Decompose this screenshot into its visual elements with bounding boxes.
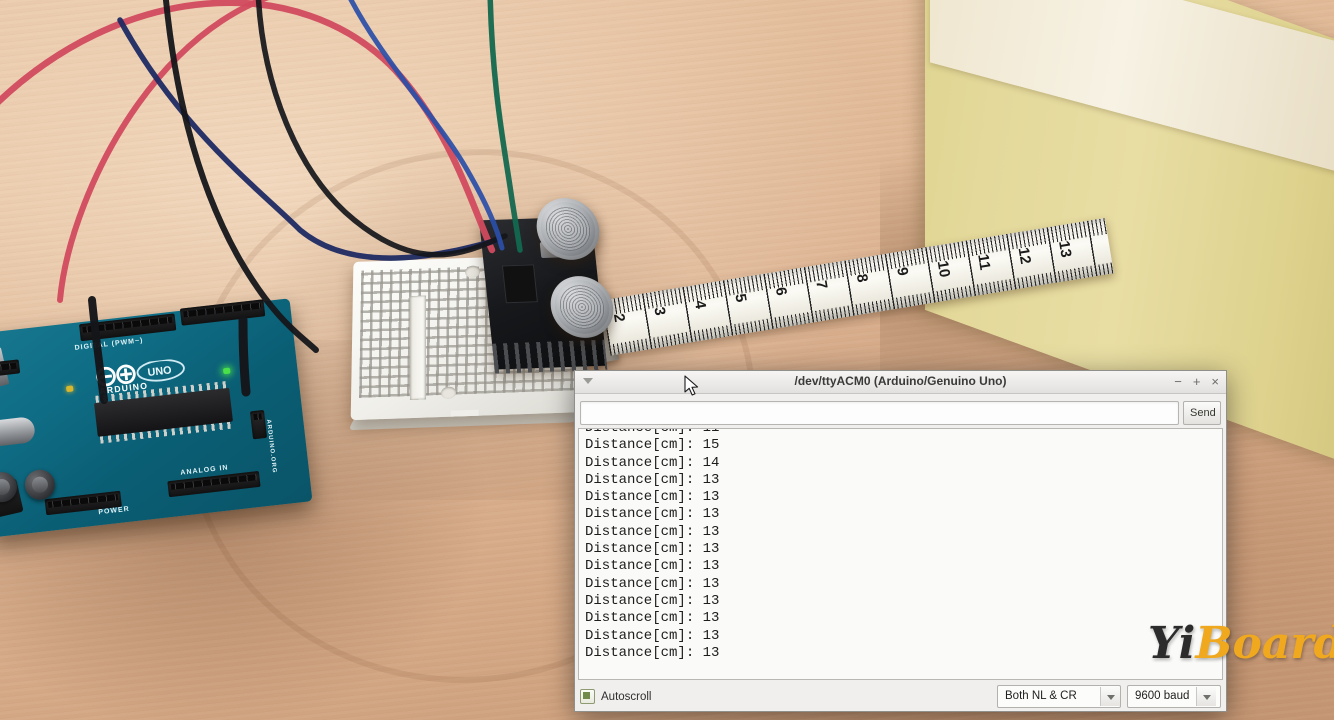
capacitor-2 — [23, 468, 57, 502]
close-button[interactable]: × — [1211, 373, 1219, 390]
serial-monitor-window[interactable]: /dev/ttyACM0 (Arduino/Genuino Uno) − + ×… — [574, 370, 1227, 712]
icsp-header — [249, 409, 268, 440]
window-statusbar: Autoscroll Both NL & CR 9600 baud — [575, 682, 1226, 711]
minimize-button[interactable]: − — [1174, 373, 1182, 390]
breadboard-center-channel — [409, 295, 426, 401]
sensor-chip — [501, 264, 538, 304]
screenshot-scene: 2 3 4 5 6 7 8 9 10 11 12 13 UNO ARDUINO … — [0, 0, 1334, 720]
arduino-uno-board: UNO ARDUINO DIGITAL (PWM~) ANALOG IN POW… — [0, 298, 313, 538]
line-ending-dropdown[interactable]: Both NL & CR — [997, 685, 1121, 708]
line-ending-value: Both NL & CR — [1005, 690, 1077, 702]
send-button[interactable]: Send — [1183, 401, 1221, 425]
baud-rate-chevron-down-icon[interactable] — [1196, 687, 1217, 706]
autoscroll-checkbox[interactable] — [580, 689, 595, 704]
serial-send-input[interactable] — [580, 401, 1179, 425]
line-ending-chevron-down-icon[interactable] — [1100, 687, 1120, 706]
serial-output-console[interactable]: Distance[cm]: 11 Distance[cm]: 15 Distan… — [578, 428, 1223, 680]
silkscreen-org: ARDUINO.ORG — [265, 419, 278, 474]
svg-text:UNO: UNO — [147, 364, 172, 379]
sensor-pin-header — [492, 339, 608, 374]
send-row: Send — [575, 394, 1226, 431]
power-led — [222, 367, 231, 375]
tape-measure-label: 13 — [1055, 239, 1075, 259]
icsp2-header — [0, 359, 21, 377]
baud-rate-value: 9600 baud — [1135, 690, 1190, 702]
tx-led — [65, 385, 74, 393]
maximize-button[interactable]: + — [1193, 373, 1201, 390]
window-title: /dev/ttyACM0 (Arduino/Genuino Uno) — [794, 374, 1007, 388]
tape-measure-label: 12 — [1014, 246, 1035, 266]
tape-measure-label: 11 — [974, 252, 994, 272]
breadboard-mount-hole-bottom — [440, 386, 457, 399]
window-titlebar[interactable]: /dev/ttyACM0 (Arduino/Genuino Uno) − + × — [575, 371, 1226, 394]
baud-rate-dropdown[interactable]: 9600 baud — [1127, 685, 1221, 708]
mouse-cursor — [684, 375, 699, 396]
tape-measure-label: 10 — [933, 259, 954, 279]
crystal-oscillator — [0, 416, 37, 448]
serial-output-text: Distance[cm]: 11 Distance[cm]: 15 Distan… — [585, 428, 720, 661]
autoscroll-label: Autoscroll — [601, 690, 652, 703]
